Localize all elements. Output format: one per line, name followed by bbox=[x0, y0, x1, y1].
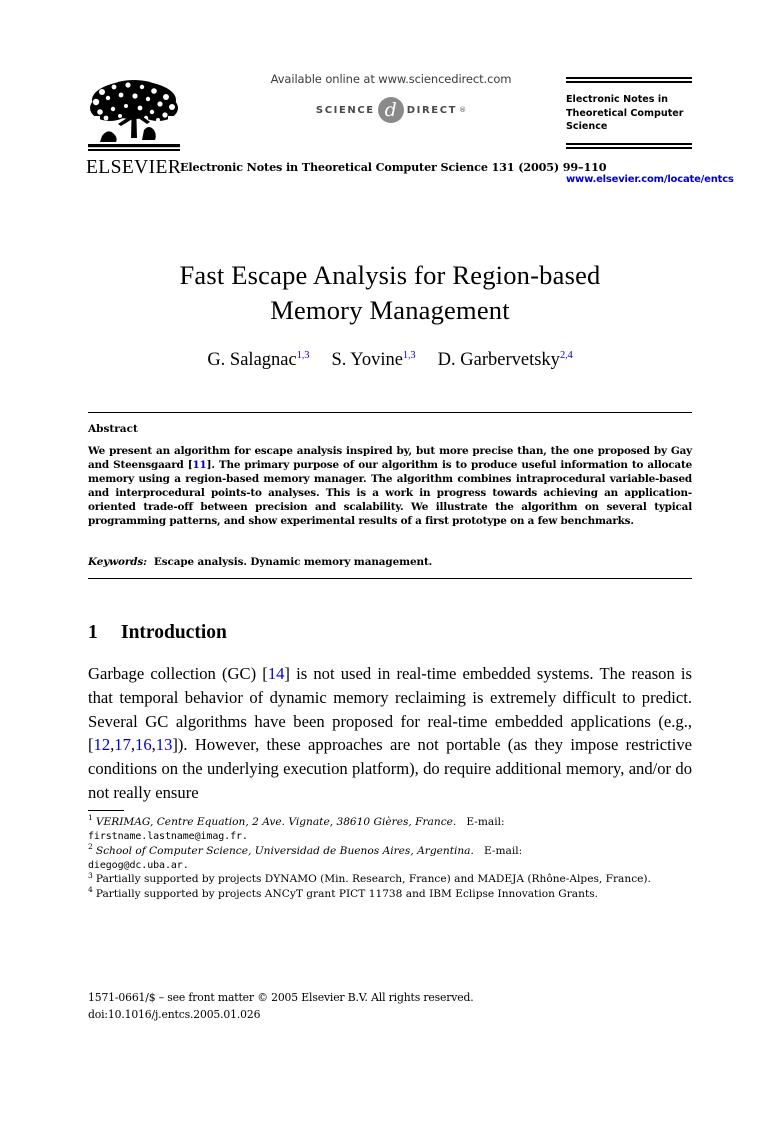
author-footnote-mark[interactable]: 4 bbox=[567, 350, 572, 361]
elsevier-wordmark: ELSEVIER bbox=[86, 157, 182, 178]
keywords-label: Keywords: bbox=[88, 556, 147, 568]
journal-rule-top bbox=[566, 77, 692, 83]
footnote-email-address[interactable]: firstname.lastname@imag.fr. bbox=[88, 831, 248, 842]
footnote-email-label: E-mail: bbox=[483, 844, 523, 857]
intro-paragraph: Garbage collection (GC) [14] is not used… bbox=[88, 662, 692, 805]
abstract-text: We present an algorithm for escape analy… bbox=[88, 444, 692, 529]
journal-url-link[interactable]: www.elsevier.com/locate/entcs bbox=[566, 174, 734, 185]
abstract-citation-ref[interactable]: 11 bbox=[192, 459, 206, 471]
keywords-value: Escape analysis. Dynamic memory manageme… bbox=[153, 556, 433, 568]
footnote-separator-rule bbox=[88, 810, 124, 811]
sciencedirect-logo-block: Available online at www.sciencedirect.co… bbox=[236, 72, 546, 123]
intro-citation-ref[interactable]: 16 bbox=[135, 735, 152, 754]
author-entry: S. Yovine1,3 bbox=[331, 350, 415, 370]
journal-name-block: Electronic Notes in Theoretical Computer… bbox=[566, 77, 692, 149]
masthead: ELSEVIER Available online at www.science… bbox=[86, 72, 734, 194]
footnote-mark: 3 bbox=[88, 870, 93, 880]
registered-mark-icon: ® bbox=[459, 106, 467, 114]
section-number: 1 bbox=[88, 622, 98, 643]
sciencedirect-direct-word: DIRECT bbox=[406, 104, 458, 116]
footnote-text: Partially supported by projects DYNAMO (… bbox=[95, 873, 651, 886]
footnote-item: 1 VERIMAG, Centre Equation, 2 Ave. Vignat… bbox=[88, 813, 692, 844]
author-name: S. Yovine bbox=[331, 350, 403, 370]
footnote-text: Partially supported by projects ANCyT gr… bbox=[95, 887, 599, 900]
author-name: D. Garbervetsky bbox=[437, 350, 560, 370]
copyright-line: 1571-0661/$ – see front matter © 2005 El… bbox=[88, 991, 474, 1004]
keywords-line: Keywords: Escape analysis. Dynamic memor… bbox=[88, 556, 692, 568]
footnote-mark: 2 bbox=[88, 842, 93, 852]
footnote-item: 2 School of Computer Science, Universidad… bbox=[88, 842, 692, 873]
intro-citation-ref[interactable]: 14 bbox=[268, 664, 285, 683]
author-entry: D. Garbervetsky2,4 bbox=[438, 350, 573, 370]
footnote-mark: 4 bbox=[88, 885, 93, 895]
sciencedirect-science-word: SCIENCE bbox=[315, 104, 375, 116]
footnote-list: 1 VERIMAG, Centre Equation, 2 Ave. Vignat… bbox=[88, 813, 692, 901]
section-title: Introduction bbox=[121, 622, 227, 643]
intro-citation-ref[interactable]: 17 bbox=[114, 735, 131, 754]
author-list: G. Salagnac1,3 S. Yovine1,3 D. Garbervetsk… bbox=[90, 350, 690, 371]
sciencedirect-logo-icon: SCIENCE d DIRECT ® bbox=[236, 97, 546, 123]
intro-citation-ref[interactable]: 12 bbox=[94, 735, 111, 754]
journal-citation-line: Electronic Notes in Theoretical Computer… bbox=[180, 160, 607, 174]
section-heading: 1 Introduction bbox=[88, 622, 227, 644]
abstract-heading: Abstract bbox=[88, 423, 138, 435]
journal-title: Electronic Notes in Theoretical Computer… bbox=[566, 94, 684, 133]
footnote-mark: 1 bbox=[88, 813, 93, 823]
footnote-item: 3 Partially supported by projects DYNAMO … bbox=[88, 872, 692, 886]
available-online-text: Available online at www.sciencedirect.co… bbox=[270, 72, 512, 86]
title-line-1: Fast Escape Analysis for Region-based bbox=[179, 260, 601, 290]
author-footnote-mark[interactable]: 3 bbox=[410, 350, 415, 361]
sciencedirect-d-glyph-icon: d bbox=[377, 97, 404, 123]
footnote-affiliation: School of Computer Science, Universidad … bbox=[95, 844, 474, 857]
abstract-rule-top bbox=[88, 412, 692, 413]
author-name: G. Salagnac bbox=[207, 350, 297, 370]
page-title: Fast Escape Analysis for Region-based Me… bbox=[90, 258, 690, 328]
paper-page: ELSEVIER Available online at www.science… bbox=[0, 0, 780, 1134]
doi-line[interactable]: doi:10.1016/j.entcs.2005.01.026 bbox=[88, 1007, 692, 1024]
intro-text-part-1: Garbage collection (GC) [ bbox=[88, 664, 268, 683]
journal-rule-bottom bbox=[566, 142, 692, 149]
intro-text-part-3: ]). However, these approaches are not po… bbox=[88, 735, 692, 802]
footnote-item: 4 Partially supported by projects ANCyT g… bbox=[88, 885, 692, 901]
footnote-email-address[interactable]: diegog@dc.uba.ar. bbox=[88, 860, 189, 871]
elsevier-tree-logo-icon bbox=[88, 78, 180, 156]
intro-citation-ref[interactable]: 13 bbox=[156, 735, 173, 754]
author-footnote-mark[interactable]: 3 bbox=[304, 350, 309, 361]
publisher-footer: 1571-0661/$ – see front matter © 2005 El… bbox=[88, 990, 692, 1023]
abstract-rule-bottom bbox=[88, 578, 692, 579]
footnote-email-label: E-mail: bbox=[466, 816, 505, 828]
author-entry: G. Salagnac1,3 bbox=[207, 350, 309, 370]
title-line-2: Memory Management bbox=[270, 295, 510, 326]
footnote-affiliation: VERIMAG, Centre Equation, 2 Ave. Vignate… bbox=[95, 816, 457, 828]
